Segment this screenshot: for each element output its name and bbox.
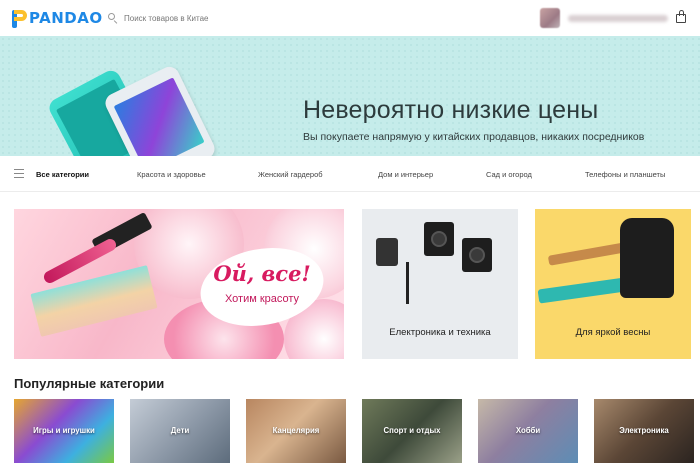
hero-banner[interactable]: Невероятно низкие цены Вы покупаете напр… xyxy=(0,36,700,156)
hero-subtitle: Вы покупаете напрямую у китайских продав… xyxy=(303,131,645,143)
nav-all-categories[interactable]: Все категории xyxy=(36,170,89,179)
section-title: Популярные категории xyxy=(14,376,165,391)
popular-tile-sport[interactable]: Спорт и отдых xyxy=(362,399,462,463)
header: PANDAO xyxy=(0,0,700,36)
cart-bag-icon[interactable] xyxy=(676,10,686,24)
popular-tile-stationery[interactable]: Канцелярия xyxy=(246,399,346,463)
promo-caption: Для яркой весны xyxy=(575,327,651,338)
promo-subtitle: Хотим красоту xyxy=(224,293,300,305)
promo-caption: Електроника и техника xyxy=(389,327,491,338)
promo-title: Ой, все! xyxy=(213,261,311,286)
tile-label: Спорт и отдых xyxy=(383,426,441,435)
speaker-image xyxy=(462,238,492,272)
tile-label: Игры и игрушки xyxy=(33,426,95,435)
tile-label: Дети xyxy=(170,426,190,435)
popular-tile-hobby[interactable]: Хобби xyxy=(478,399,578,463)
search-input[interactable] xyxy=(124,13,384,23)
promo-card-beauty[interactable]: Ой, все! Хотим красоту xyxy=(14,209,344,359)
category-nav: Все категории Красота и здоровье Женский… xyxy=(0,156,700,192)
nav-item-phones[interactable]: Телефоны и планшеты xyxy=(585,170,665,179)
user-menu[interactable] xyxy=(540,8,668,28)
user-name-blurred xyxy=(568,14,668,22)
popular-tile-toys[interactable]: Игры и игрушки xyxy=(14,399,114,463)
backpack-image xyxy=(620,218,674,298)
tile-label: Хобби xyxy=(515,426,541,435)
nav-item-home[interactable]: Дом и интерьер xyxy=(378,170,433,179)
avatar[interactable] xyxy=(540,8,560,28)
popular-tile-kids[interactable]: Дети xyxy=(130,399,230,463)
nav-item-beauty[interactable]: Красота и здоровье xyxy=(137,170,206,179)
speaker-image xyxy=(424,222,454,256)
menu-icon[interactable] xyxy=(14,169,24,179)
logo-mark-icon xyxy=(12,8,28,28)
hero-title: Невероятно низкие цены xyxy=(303,96,599,124)
popular-tile-electronics[interactable]: Электроника xyxy=(594,399,694,463)
tile-label: Канцелярия xyxy=(272,426,320,435)
search-bar[interactable] xyxy=(108,9,408,27)
tripod-image xyxy=(406,262,409,304)
nav-item-women[interactable]: Женский гардероб xyxy=(258,170,323,179)
logo-text: PANDAO xyxy=(29,9,103,27)
logo[interactable]: PANDAO xyxy=(12,7,103,29)
nav-item-garden[interactable]: Сад и огород xyxy=(486,170,532,179)
tile-label: Электроника xyxy=(619,426,669,435)
search-icon xyxy=(108,13,118,24)
camera-image xyxy=(376,238,398,266)
